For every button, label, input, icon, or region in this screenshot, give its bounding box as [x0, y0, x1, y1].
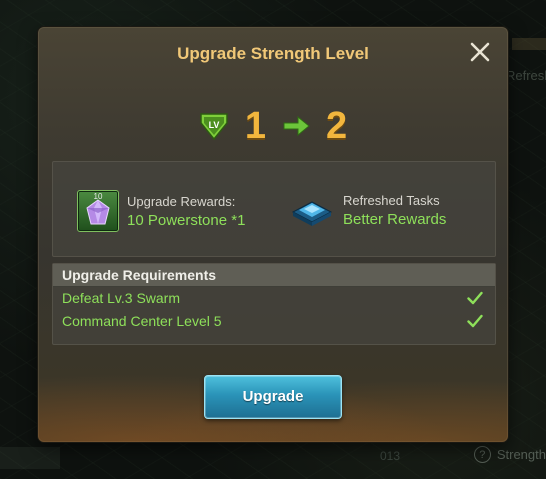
background-panel-fragment	[0, 447, 60, 469]
upgrade-strength-dialog: Upgrade Strength Level LV 1 2 10 Upgrade…	[38, 27, 508, 442]
requirement-label: Command Center Level 5	[62, 313, 222, 329]
requirements-panel: Upgrade Requirements Defeat Lv.3 Swarm C…	[52, 263, 496, 345]
checkmark-icon	[467, 291, 483, 305]
help-icon: ?	[473, 446, 491, 463]
background-strength-link: ? Strength	[473, 446, 546, 463]
close-icon	[470, 42, 490, 62]
requirement-row: Defeat Lv.3 Swarm	[53, 287, 495, 310]
close-button[interactable]	[468, 40, 492, 64]
level-change: LV 1 2	[38, 107, 508, 145]
background-strength-label: Strength	[496, 447, 546, 462]
powerstone-icon-qty: 10	[93, 192, 103, 201]
background-resource-bar	[512, 38, 546, 50]
powerstone-icon[interactable]: 10	[77, 190, 119, 232]
requirements-header: Upgrade Requirements	[53, 264, 495, 287]
upgrade-rewards-text: Upgrade Rewards: 10 Powerstone *1	[127, 194, 245, 229]
upgrade-rewards-value: 10 Powerstone *1	[127, 211, 246, 229]
refreshed-tasks-label: Refreshed Tasks	[343, 192, 440, 208]
rewards-panel: 10 Upgrade Rewards: 10 Powerstone *1 Ref…	[52, 161, 496, 257]
current-level: 1	[244, 105, 266, 147]
next-level: 2	[326, 105, 348, 147]
upgrade-rewards-item: 10 Upgrade Rewards: 10 Powerstone *1	[77, 190, 245, 232]
arrow-right-icon	[283, 116, 310, 136]
level-badge-label: LV	[208, 120, 219, 130]
refreshed-tasks-text: Refreshed Tasks Better Rewards	[343, 193, 446, 228]
upgrade-button[interactable]: Upgrade	[204, 375, 342, 419]
refreshed-tasks-value: Better Rewards	[343, 210, 447, 228]
level-badge-icon: LV	[200, 113, 228, 141]
refresh-chip-icon[interactable]	[289, 190, 335, 230]
upgrade-rewards-label: Upgrade Rewards:	[127, 193, 236, 209]
requirement-row: Command Center Level 5	[53, 310, 495, 333]
dialog-title: Upgrade Strength Level	[177, 44, 369, 63]
background-text-refreshed: Refreshe	[506, 68, 546, 83]
requirement-label: Defeat Lv.3 Swarm	[62, 290, 181, 306]
background-text-fragment: 013	[380, 449, 401, 463]
refreshed-tasks-item: Refreshed Tasks Better Rewards	[289, 190, 446, 230]
checkmark-icon	[467, 314, 483, 328]
